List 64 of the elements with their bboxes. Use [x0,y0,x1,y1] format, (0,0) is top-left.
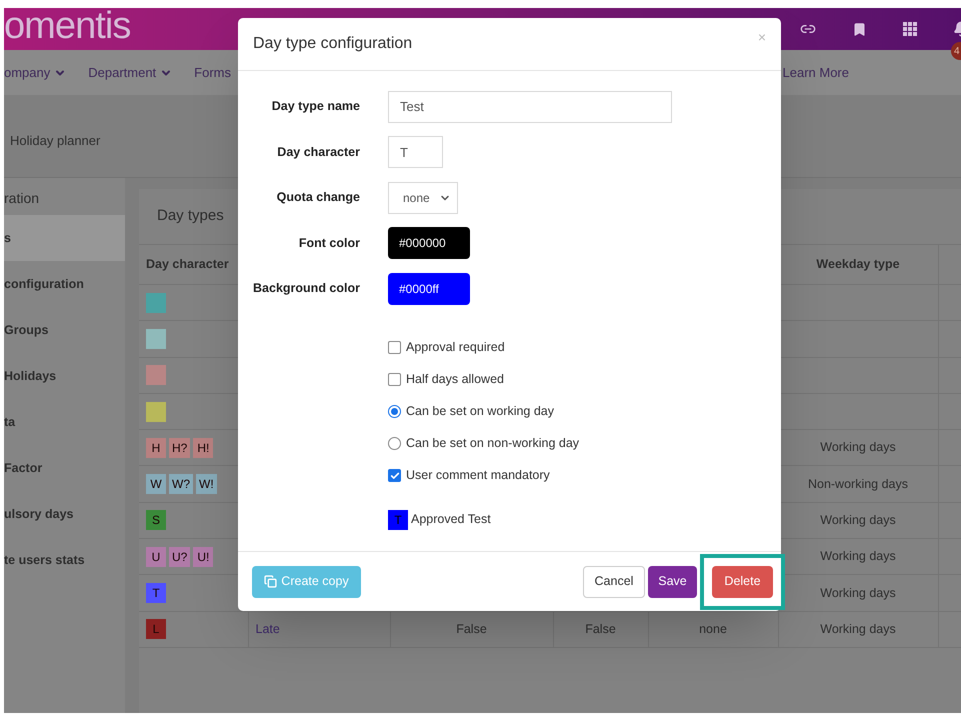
table-cell: False [456,622,487,636]
day-character-chip: T [146,583,166,604]
logo[interactable]: omentis [4,8,130,45]
copy-icon [264,575,278,588]
delete-button[interactable]: Delete [712,566,773,598]
color-picker[interactable]: #000000 [388,227,470,260]
notification-badge: 4 [951,42,961,60]
table-cell: Working days [820,513,896,528]
bookmark-icon[interactable] [852,22,867,36]
day-character-chip: H! [193,438,214,458]
name-link[interactable]: Late [256,622,280,636]
table-cell: Working days [820,549,896,564]
card-title: Day types [157,206,224,226]
nav-link[interactable]: Forms [194,62,232,82]
field-label: Background color [252,280,360,298]
day-character-chip: S [146,510,166,530]
option-label: User comment mandatory [406,467,550,484]
field-label: Quota change [276,189,360,206]
day-character-chip: W [146,474,166,494]
day-character-chip: L [146,619,166,640]
nav-link[interactable]: Department [88,62,172,82]
checkbox[interactable] [388,341,401,354]
radio-button[interactable] [388,437,401,450]
breadcrumb[interactable]: Holiday planner [10,131,100,151]
day-character-chip: H [146,438,166,458]
sidebar-title: ration [4,189,40,208]
option-label: Approval required [406,339,505,356]
close-button[interactable]: × [758,26,766,48]
table-cell: False [585,622,616,636]
apps-grid-icon[interactable] [903,22,917,36]
modal-title: Day type configuration [253,34,412,54]
table-cell: Working days [820,622,896,636]
radio-button[interactable] [388,405,401,418]
color-picker[interactable]: #0000ff [388,272,470,305]
text-field[interactable]: T [388,136,443,168]
field-label: Font color [298,234,360,252]
field-label: Day character [276,144,360,161]
select-field[interactable]: none [388,182,458,214]
table-cell: none [699,622,727,636]
table-cell: Working days [820,440,896,454]
day-character-chip: W? [169,474,193,494]
save-button[interactable]: Save [648,566,697,598]
table-cell: Non-working days [808,476,908,491]
day-character-chip: U! [193,546,214,567]
option-label: Can be set on non-working day [406,435,580,452]
text-field[interactable]: Test [388,90,672,123]
day-character-chip: W! [196,474,217,494]
option-label: Can be set on working day [406,403,554,420]
checkbox[interactable] [388,469,401,482]
sidebar-item[interactable]: s [4,215,125,261]
column-header: Day character [139,244,248,284]
copy-button[interactable]: Create copy [252,566,361,598]
preview-chip: T [388,510,408,530]
day-character-chip: U? [169,546,190,567]
table-cell: Working days [820,586,896,600]
nav-link[interactable]: ompany [4,62,66,82]
cancel-button[interactable]: Cancel [583,566,645,598]
option-label: Half days allowed [406,371,504,388]
nav-link[interactable]: Learn More [782,62,849,82]
field-label: Day type name [270,98,360,116]
preview-label: Approved Test [411,511,491,528]
checkbox[interactable] [388,373,401,386]
day-character-chip: U [146,546,166,567]
day-character-chip: H? [169,438,190,458]
